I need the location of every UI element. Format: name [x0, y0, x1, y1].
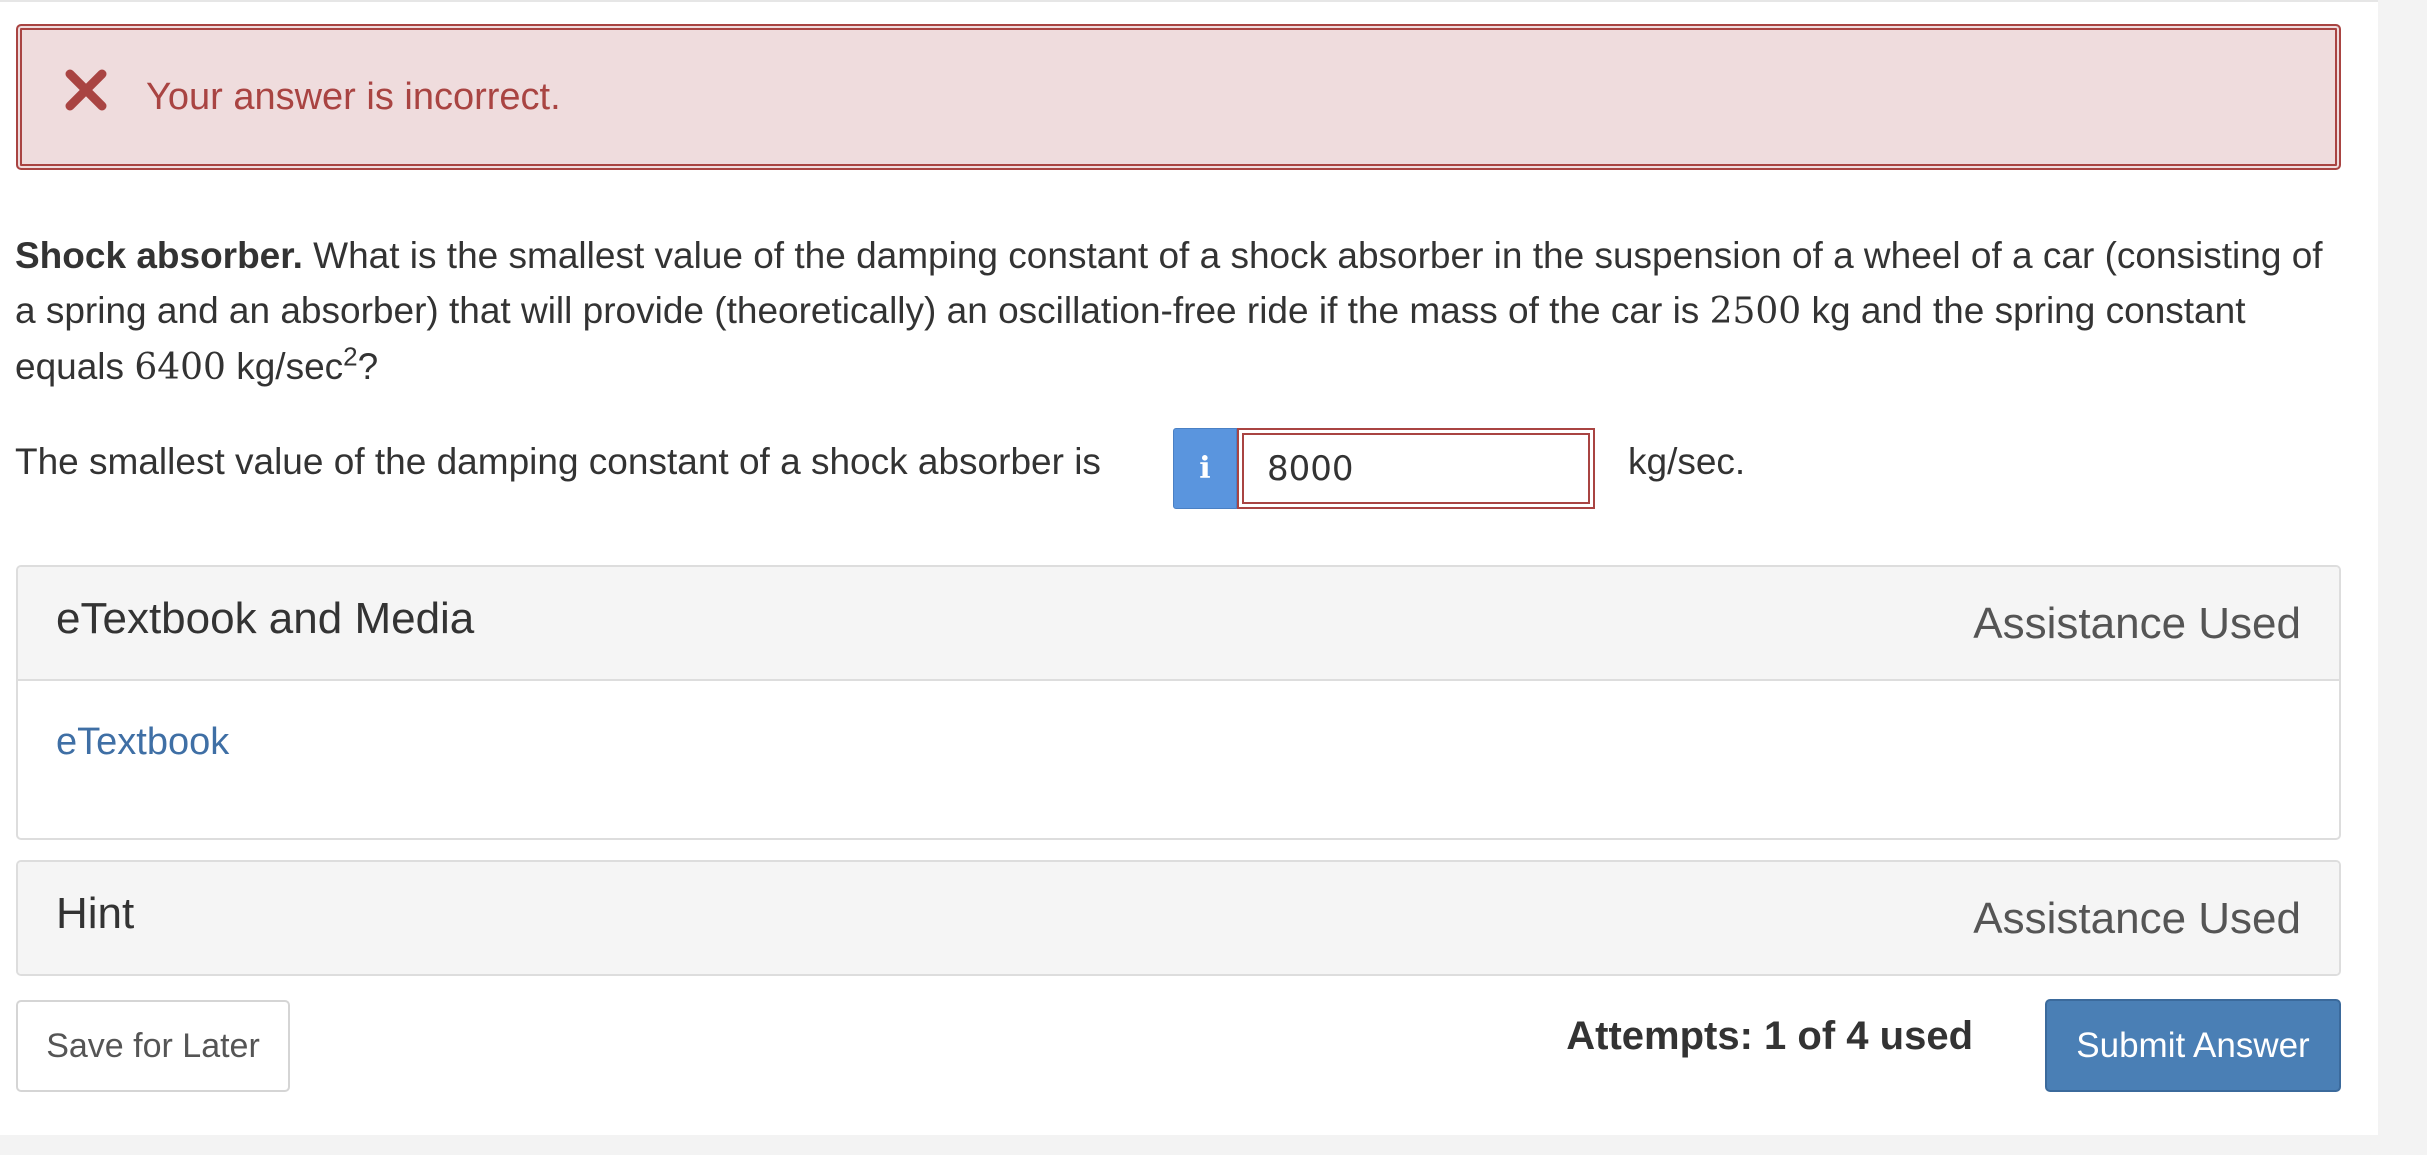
question-body-3: kg/sec	[225, 346, 344, 387]
attempts-counter: Attempts: 1 of 4 used	[1566, 1014, 1973, 1058]
submit-answer-button[interactable]: Submit Answer	[2045, 999, 2341, 1092]
spring-constant-value: 6400	[134, 347, 226, 388]
info-icon: i	[1199, 451, 1211, 486]
question-body-4: ?	[357, 346, 379, 387]
info-button[interactable]: i	[1173, 428, 1237, 509]
panel-header[interactable]: eTextbook and Media Assistance Used	[18, 567, 2339, 681]
panel-title: Hint	[56, 889, 135, 938]
close-icon	[65, 69, 107, 111]
save-for-later-button[interactable]: Save for Later	[16, 1000, 290, 1092]
hint-panel: Hint Assistance Used	[16, 860, 2341, 976]
answer-unit: kg/sec.	[1628, 441, 1746, 482]
etextbook-media-panel: eTextbook and Media Assistance Used eTex…	[16, 565, 2341, 840]
alert-message: Your answer is incorrect.	[146, 76, 561, 118]
assistance-status: Assistance Used	[1973, 599, 2301, 648]
answer-row: The smallest value of the damping consta…	[15, 428, 2345, 510]
mass-value: 2500	[1709, 291, 1802, 332]
assistance-status: Assistance Used	[1973, 894, 2301, 943]
etextbook-link[interactable]: eTextbook	[56, 721, 229, 764]
panel-header[interactable]: Hint Assistance Used	[18, 862, 2339, 974]
question-page: Your answer is incorrect. Shock absorber…	[0, 0, 2378, 1135]
exponent: 2	[343, 341, 358, 372]
question-title: Shock absorber.	[15, 235, 303, 276]
answer-input[interactable]	[1237, 428, 1595, 509]
answer-prompt: The smallest value of the damping consta…	[15, 441, 1101, 482]
panel-title: eTextbook and Media	[56, 594, 475, 643]
error-alert: Your answer is incorrect.	[16, 24, 2341, 170]
question-text: Shock absorber. What is the smallest val…	[15, 228, 2345, 395]
